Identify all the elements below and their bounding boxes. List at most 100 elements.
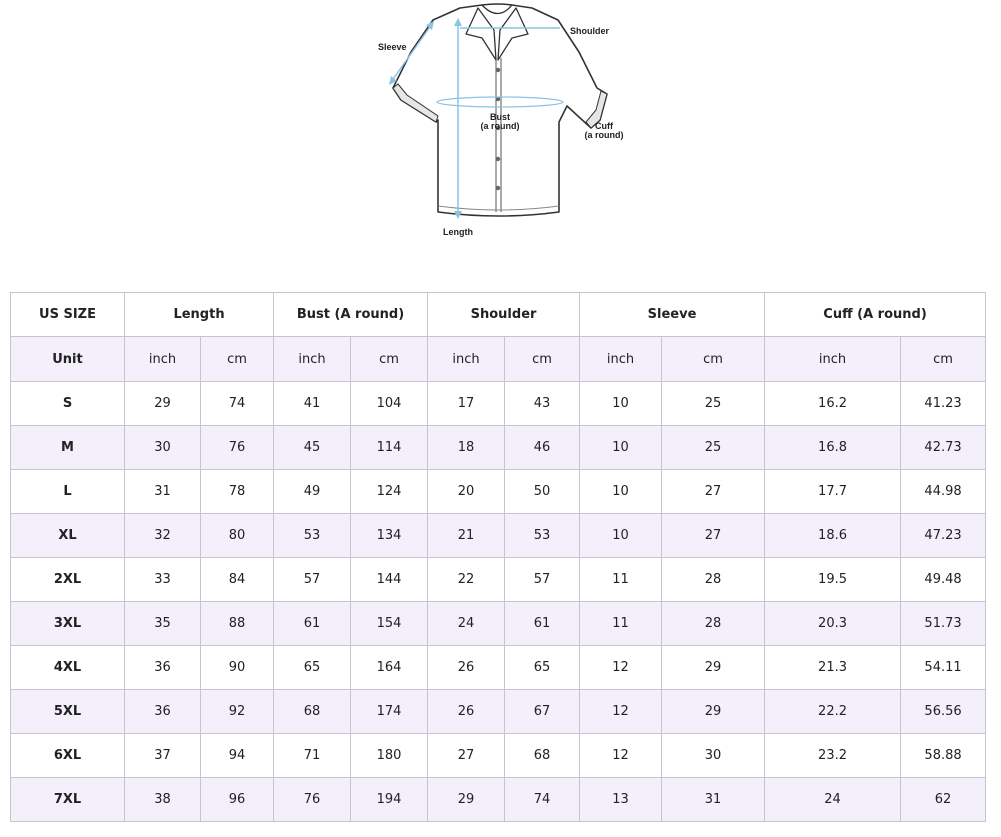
measurement-cell: 20	[427, 469, 506, 514]
measurement-cell: 49.48	[900, 557, 987, 602]
measurement-cell: 45	[273, 425, 352, 470]
size-label-cell: 4XL	[10, 645, 125, 690]
measurement-cell: 104	[350, 381, 429, 426]
measurement-cell: 144	[350, 557, 429, 602]
measurement-cell: 194	[350, 777, 429, 822]
table-row: 3XL 35 88 61 154 24 61 11 28 20.3 51.73	[10, 601, 987, 646]
measurement-cell: 50	[504, 469, 581, 514]
table-row: 2XL 33 84 57 144 22 57 11 28 19.5 49.48	[10, 557, 987, 602]
table-row: M 30 76 45 114 18 46 10 25 16.8 42.73	[10, 425, 987, 470]
measurement-cell: 12	[579, 645, 663, 690]
size-label-cell: 3XL	[10, 601, 125, 646]
measurement-cell: 12	[579, 689, 663, 734]
unit-cell: inch	[579, 336, 663, 382]
measurement-cell: 94	[199, 733, 275, 778]
measurement-cell: 90	[199, 645, 275, 690]
size-label-cell: L	[10, 469, 125, 514]
header-row: US SIZE Length Bust (A round) Shoulder S…	[10, 292, 987, 337]
measurement-cell: 28	[661, 601, 766, 646]
length-label: Length	[443, 227, 473, 237]
measurement-cell: 51.73	[900, 601, 987, 646]
measurement-cell: 13	[579, 777, 663, 822]
measurement-cell: 18	[427, 425, 506, 470]
measurement-cell: 17.7	[764, 469, 902, 514]
measurement-cell: 26	[427, 645, 506, 690]
measurement-cell: 53	[273, 513, 352, 558]
table-row: 6XL 37 94 71 180 27 68 12 30 23.2 58.88	[10, 733, 987, 778]
measurement-cell: 26	[427, 689, 506, 734]
measurement-cell: 56.56	[900, 689, 987, 734]
shoulder-label: Shoulder	[570, 26, 610, 36]
measurement-cell: 10	[579, 381, 663, 426]
measurement-cell: 27	[427, 733, 506, 778]
measurement-cell: 57	[273, 557, 352, 602]
measurement-cell: 174	[350, 689, 429, 734]
header-us-size: US SIZE	[10, 292, 125, 337]
size-chart-table: US SIZE Length Bust (A round) Shoulder S…	[10, 292, 987, 822]
measurement-cell: 49	[273, 469, 352, 514]
measurement-cell: 74	[199, 381, 275, 426]
measurement-cell: 11	[579, 557, 663, 602]
measurement-cell: 88	[199, 601, 275, 646]
measurement-cell: 22.2	[764, 689, 902, 734]
table-row: 7XL 38 96 76 194 29 74 13 31 24 62	[10, 777, 987, 822]
measurement-cell: 20.3	[764, 601, 902, 646]
header-cuff: Cuff (A round)	[764, 292, 987, 337]
measurement-cell: 43	[504, 381, 581, 426]
table-row: 4XL 36 90 65 164 26 65 12 29 21.3 54.11	[10, 645, 987, 690]
size-label-cell: 2XL	[10, 557, 125, 602]
measurement-cell: 37	[124, 733, 201, 778]
measurement-cell: 114	[350, 425, 429, 470]
measurement-cell: 19.5	[764, 557, 902, 602]
measurement-cell: 28	[661, 557, 766, 602]
measurement-cell: 41.23	[900, 381, 987, 426]
measurement-cell: 32	[124, 513, 201, 558]
measurement-cell: 47.23	[900, 513, 987, 558]
measurement-cell: 44.98	[900, 469, 987, 514]
measurement-cell: 164	[350, 645, 429, 690]
measurement-cell: 31	[124, 469, 201, 514]
measurement-cell: 17	[427, 381, 506, 426]
measurement-cell: 68	[273, 689, 352, 734]
measurement-cell: 27	[661, 469, 766, 514]
size-label-cell: 7XL	[10, 777, 125, 822]
measurement-cell: 68	[504, 733, 581, 778]
measurement-cell: 67	[504, 689, 581, 734]
measurement-cell: 23.2	[764, 733, 902, 778]
measurement-cell: 33	[124, 557, 201, 602]
unit-label: Unit	[10, 336, 125, 382]
measurement-cell: 41	[273, 381, 352, 426]
unit-row: Unit inch cm inch cm inch cm inch cm inc…	[10, 336, 987, 382]
measurement-cell: 21.3	[764, 645, 902, 690]
measurement-cell: 21	[427, 513, 506, 558]
measurement-cell: 16.8	[764, 425, 902, 470]
measurement-cell: 24	[427, 601, 506, 646]
measurement-cell: 54.11	[900, 645, 987, 690]
measurement-cell: 27	[661, 513, 766, 558]
measurement-cell: 96	[199, 777, 275, 822]
measurement-cell: 61	[504, 601, 581, 646]
table-row: L 31 78 49 124 20 50 10 27 17.7 44.98	[10, 469, 987, 514]
measurement-cell: 62	[900, 777, 987, 822]
measurement-cell: 10	[579, 513, 663, 558]
measurement-cell: 29	[661, 689, 766, 734]
measurement-cell: 36	[124, 645, 201, 690]
measurement-cell: 31	[661, 777, 766, 822]
measurement-cell: 30	[124, 425, 201, 470]
measurement-cell: 29	[427, 777, 506, 822]
measurement-cell: 154	[350, 601, 429, 646]
measurement-cell: 25	[661, 381, 766, 426]
size-label-cell: M	[10, 425, 125, 470]
measurement-cell: 65	[273, 645, 352, 690]
size-label-cell: 6XL	[10, 733, 125, 778]
measurement-cell: 29	[661, 645, 766, 690]
measurement-cell: 16.2	[764, 381, 902, 426]
measurement-cell: 11	[579, 601, 663, 646]
measurement-cell: 71	[273, 733, 352, 778]
measurement-cell: 22	[427, 557, 506, 602]
measurement-cell: 10	[579, 469, 663, 514]
bust-label-line2: (a round)	[480, 121, 520, 131]
table-row: XL 32 80 53 134 21 53 10 27 18.6 47.23	[10, 513, 987, 558]
unit-cell: cm	[661, 336, 766, 382]
unit-cell: inch	[124, 336, 201, 382]
